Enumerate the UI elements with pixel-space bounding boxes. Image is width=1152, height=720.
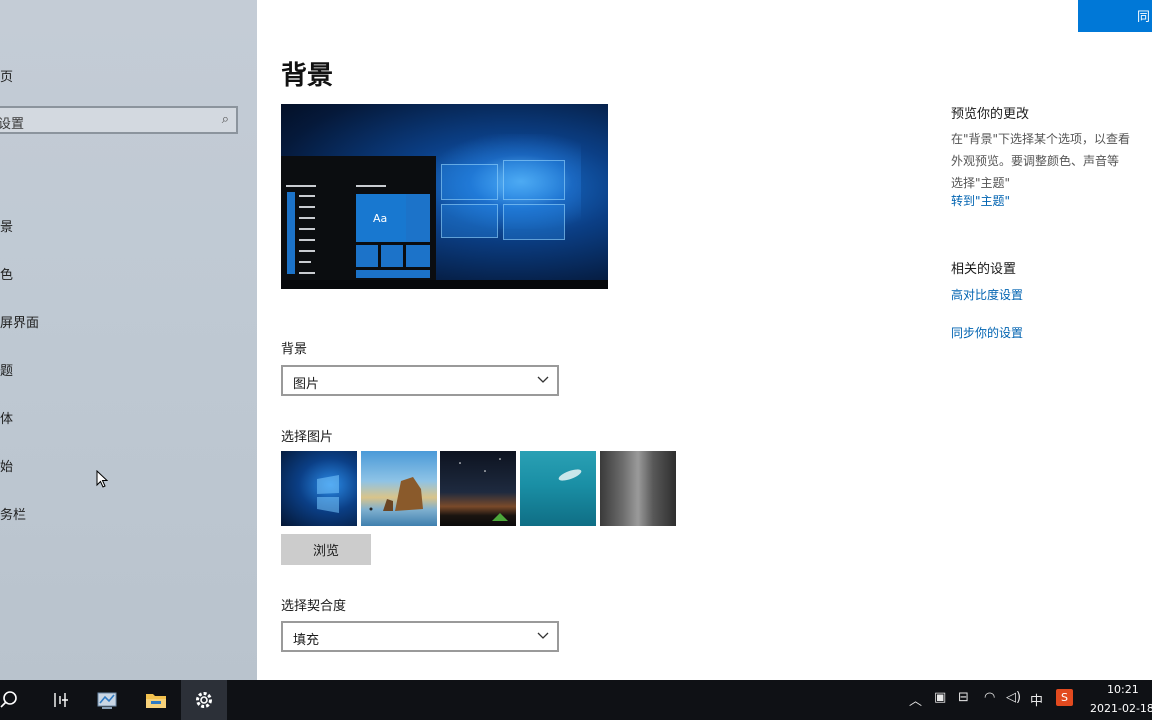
wifi-icon[interactable]: ◠ xyxy=(984,690,995,705)
picture-thumb-night-sky[interactable] xyxy=(440,451,516,526)
mouse-cursor-icon xyxy=(96,470,108,488)
sidebar-item-start[interactable]: 始 xyxy=(0,456,13,475)
preview-start-menu: Aa xyxy=(281,156,436,280)
corner-button[interactable]: 同 xyxy=(1078,0,1152,32)
page-title: 背景 xyxy=(281,61,334,91)
browse-button[interactable]: 浏览 xyxy=(281,534,371,565)
control-panel-icon[interactable] xyxy=(84,680,130,720)
search-placeholder: 设置 xyxy=(0,117,25,132)
fit-dropdown[interactable]: 填充 xyxy=(281,621,559,652)
choose-picture-label: 选择图片 xyxy=(281,430,334,445)
sidebar: 页 设置 ⌕ 景 色 屏界面 题 体 始 务栏 xyxy=(0,0,257,680)
sidebar-item-colors[interactable]: 色 xyxy=(0,264,13,283)
desktop-preview: Aa xyxy=(281,104,608,289)
picture-thumb-beach[interactable] xyxy=(361,451,437,526)
show-hidden-icons-icon[interactable]: ︿ xyxy=(909,690,922,709)
sidebar-item-taskbar[interactable]: 务栏 xyxy=(0,504,26,523)
picture-thumb-underwater[interactable] xyxy=(520,451,596,526)
preview-changes-description: 在"背景"下选择某个选项，以查看 外观预览。要调整颜色、声音等 选择"主题" xyxy=(951,132,1131,190)
picture-thumb-rock[interactable] xyxy=(600,451,676,526)
fit-dropdown-value: 填充 xyxy=(293,633,320,648)
ime-indicator[interactable]: 中 xyxy=(1030,690,1043,709)
high-contrast-link[interactable]: 高对比度设置 xyxy=(951,286,1023,303)
settings-icon[interactable] xyxy=(181,680,227,720)
search-input[interactable]: 设置 ⌕ xyxy=(0,106,238,134)
chevron-down-icon xyxy=(537,632,549,639)
sidebar-item-themes[interactable]: 题 xyxy=(0,360,13,379)
chevron-down-icon xyxy=(537,376,549,383)
sync-settings-link[interactable]: 同步你的设置 xyxy=(951,324,1023,341)
background-label: 背景 xyxy=(281,342,308,357)
sidebar-item-background[interactable]: 景 xyxy=(0,216,13,235)
network-adapter-icon[interactable]: ⊟ xyxy=(958,690,969,705)
search-icon: ⌕ xyxy=(221,112,229,127)
goto-themes-link[interactable]: 转到"主题" xyxy=(951,192,1010,209)
clock-time[interactable]: 10:21 xyxy=(1107,683,1139,696)
sidebar-home[interactable]: 页 xyxy=(0,66,13,85)
volume-icon[interactable]: ◁) xyxy=(1006,690,1021,705)
related-settings-title: 相关的设置 xyxy=(951,262,1017,277)
sidebar-item-lock-screen[interactable]: 屏界面 xyxy=(0,312,39,331)
sidebar-item-fonts[interactable]: 体 xyxy=(0,408,13,427)
storage-device-icon[interactable]: ▣ xyxy=(934,690,946,705)
task-view-icon[interactable] xyxy=(36,680,82,720)
picture-thumb-windows[interactable] xyxy=(281,451,357,526)
background-dropdown-value: 图片 xyxy=(293,377,320,392)
file-explorer-icon[interactable] xyxy=(133,680,179,720)
fit-label: 选择契合度 xyxy=(281,599,347,614)
background-dropdown[interactable]: 图片 xyxy=(281,365,559,396)
clock-date[interactable]: 2021-02-18 xyxy=(1090,702,1152,715)
preview-changes-title: 预览你的更改 xyxy=(951,107,1030,122)
sogou-ime-icon[interactable]: S xyxy=(1056,689,1073,706)
search-icon[interactable] xyxy=(0,680,32,720)
taskbar: ︿ ▣ ⊟ ◠ ◁) 中 S xyxy=(0,680,1152,720)
